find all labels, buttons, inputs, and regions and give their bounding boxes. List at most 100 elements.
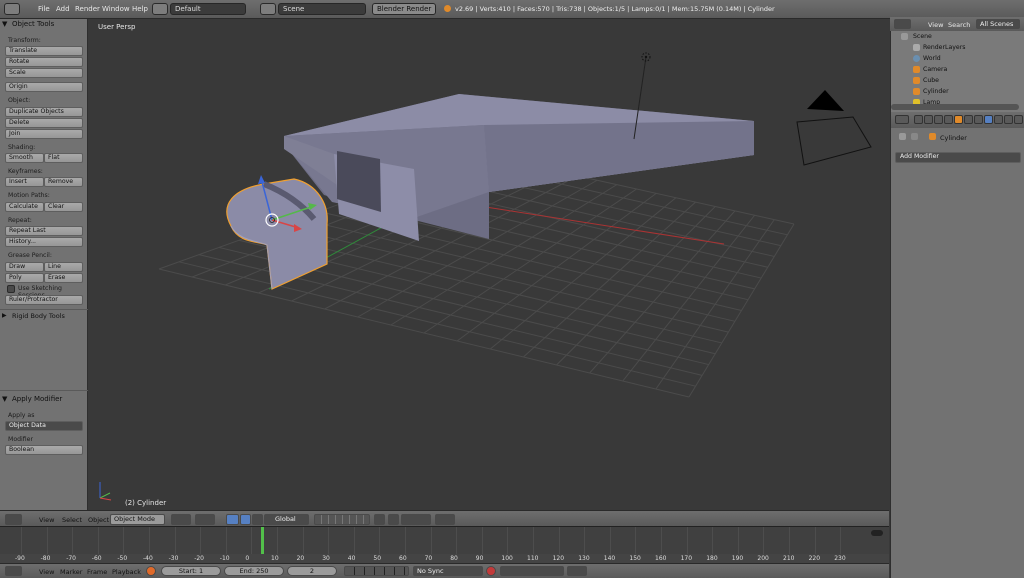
- origin-button[interactable]: Origin: [5, 82, 83, 92]
- render-engine-select[interactable]: Blender Render: [372, 3, 436, 15]
- menu-playback[interactable]: Playback: [112, 568, 141, 576]
- properties-editor[interactable]: Cylinder Add Modifier: [890, 112, 1024, 578]
- menu-select[interactable]: Select: [62, 516, 82, 524]
- material-tab-icon[interactable]: [994, 115, 1003, 124]
- menu-view[interactable]: View: [928, 21, 943, 29]
- orientation-select[interactable]: Global: [271, 514, 309, 525]
- opengl-render-button[interactable]: [435, 514, 455, 525]
- menu-view[interactable]: View: [39, 568, 54, 576]
- editor-type-button[interactable]: [895, 115, 909, 124]
- keying-set-select[interactable]: [500, 566, 564, 576]
- modifiers-tab-icon[interactable]: [974, 115, 983, 124]
- timeline-editor[interactable]: -90 -80 -70 -60 -50 -40 -30 -20 -10 0 10 20 30 40 50 60…: [0, 526, 889, 563]
- start-frame-field[interactable]: Start: 1: [161, 566, 221, 576]
- editor-type-button[interactable]: [5, 514, 22, 525]
- shading-button[interactable]: [171, 514, 191, 525]
- remove-keyframe-button[interactable]: Remove: [44, 177, 83, 187]
- scene-select[interactable]: Scene: [278, 3, 366, 15]
- outliner-row-cube[interactable]: Cube: [895, 75, 1019, 86]
- playback-controls[interactable]: [344, 566, 409, 576]
- physics-tab-icon[interactable]: [1014, 115, 1023, 124]
- calculate-button[interactable]: Calculate: [5, 202, 44, 212]
- smooth-button[interactable]: Smooth: [5, 153, 44, 163]
- draw-button[interactable]: Draw: [5, 262, 44, 272]
- collapse-arrow-icon[interactable]: ▼: [2, 395, 7, 403]
- scene-tab-icon[interactable]: [934, 115, 943, 124]
- menu-file[interactable]: File: [38, 5, 50, 13]
- snap-toggle[interactable]: [388, 514, 399, 525]
- display-mode-select[interactable]: All Scenes: [976, 19, 1020, 29]
- outliner-scrollbar[interactable]: [891, 104, 1019, 110]
- line-button[interactable]: Line: [44, 262, 83, 272]
- delete-button[interactable]: Delete: [5, 118, 83, 128]
- join-button[interactable]: Join: [5, 129, 83, 139]
- layers-tab-icon[interactable]: [924, 115, 933, 124]
- camera-triangle[interactable]: [807, 90, 844, 111]
- sketching-checkbox[interactable]: [7, 285, 15, 293]
- repeat-last-button[interactable]: Repeat Last: [5, 226, 83, 236]
- duplicate-objects-button[interactable]: Duplicate Objects: [5, 107, 83, 117]
- pivot-button[interactable]: [195, 514, 215, 525]
- gizmo-z-arrow-icon[interactable]: [258, 175, 265, 184]
- world-tab-icon[interactable]: [944, 115, 953, 124]
- cylinder-object[interactable]: [226, 178, 328, 290]
- outliner-row-renderlayers[interactable]: RenderLayers: [895, 42, 1019, 53]
- manipulator-toggle[interactable]: [226, 514, 239, 525]
- object-tab-icon[interactable]: [954, 115, 963, 124]
- apply-modifier-header[interactable]: Apply Modifier: [12, 395, 62, 403]
- camera-frustum[interactable]: [796, 116, 872, 166]
- layer-buttons[interactable]: [314, 514, 370, 525]
- scene-icon[interactable]: [260, 3, 276, 15]
- menu-object[interactable]: Object: [88, 516, 109, 524]
- editor-type-icon[interactable]: [4, 3, 20, 15]
- timeline-scrollbar[interactable]: [871, 530, 883, 536]
- outliner-row-scene[interactable]: Scene: [895, 31, 1019, 42]
- rotate-manipulator-icon[interactable]: [252, 514, 263, 525]
- menu-frame[interactable]: Frame: [87, 568, 107, 576]
- translate-manipulator-icon[interactable]: [240, 514, 251, 525]
- record-icon[interactable]: [486, 566, 496, 576]
- render-tab-icon[interactable]: [914, 115, 923, 124]
- layout-select[interactable]: Default: [170, 3, 246, 15]
- apply-as-select[interactable]: Object Data: [5, 421, 83, 431]
- menu-search[interactable]: Search: [948, 21, 970, 29]
- menu-render[interactable]: Render: [75, 5, 100, 13]
- menu-marker[interactable]: Marker: [60, 568, 82, 576]
- current-frame-line[interactable]: [261, 527, 264, 554]
- outliner-row-camera[interactable]: Camera: [895, 64, 1019, 75]
- modifiers-active-tab-icon[interactable]: [984, 115, 993, 124]
- clear-button[interactable]: Clear: [44, 202, 83, 212]
- rotate-button[interactable]: Rotate: [5, 57, 83, 67]
- 3d-viewport[interactable]: User Persp (2) Cylinder: [89, 19, 889, 510]
- keyframe-buttons[interactable]: [567, 566, 587, 576]
- editor-type-button[interactable]: [894, 19, 911, 29]
- object-tools-header[interactable]: Object Tools: [12, 20, 54, 28]
- modifier-field[interactable]: Boolean: [5, 445, 83, 455]
- sync-select[interactable]: No Sync: [413, 566, 483, 576]
- menu-window[interactable]: Window: [102, 5, 130, 13]
- erase-button[interactable]: Erase: [44, 273, 83, 283]
- mode-select[interactable]: Object Mode: [110, 514, 165, 525]
- outliner-row-world[interactable]: World: [895, 53, 1019, 64]
- layout-icon[interactable]: [152, 3, 168, 15]
- constraints-tab-icon[interactable]: [964, 115, 973, 124]
- rigid-body-tools-header[interactable]: Rigid Body Tools: [12, 312, 65, 320]
- menu-add[interactable]: Add: [56, 5, 70, 13]
- editor-type-button[interactable]: [5, 566, 22, 576]
- texture-tab-icon[interactable]: [1004, 115, 1013, 124]
- timeline-track[interactable]: [0, 527, 889, 554]
- snap-element-select[interactable]: [401, 514, 431, 525]
- flat-button[interactable]: Flat: [44, 153, 83, 163]
- menu-view[interactable]: View: [39, 516, 54, 524]
- poly-button[interactable]: Poly: [5, 273, 44, 283]
- outliner[interactable]: Scene RenderLayers World Camera Cube Cyl…: [890, 19, 1024, 112]
- outliner-row-cylinder[interactable]: Cylinder: [895, 86, 1019, 97]
- insert-keyframe-button[interactable]: Insert: [5, 177, 44, 187]
- menu-help[interactable]: Help: [132, 5, 148, 13]
- viewport-canvas[interactable]: [89, 19, 889, 510]
- expand-arrow-icon[interactable]: ▶: [2, 312, 7, 319]
- history-button[interactable]: History...: [5, 237, 83, 247]
- lock-layers-icon[interactable]: [374, 514, 385, 525]
- preview-range-icon[interactable]: [146, 566, 156, 576]
- scale-button[interactable]: Scale: [5, 68, 83, 78]
